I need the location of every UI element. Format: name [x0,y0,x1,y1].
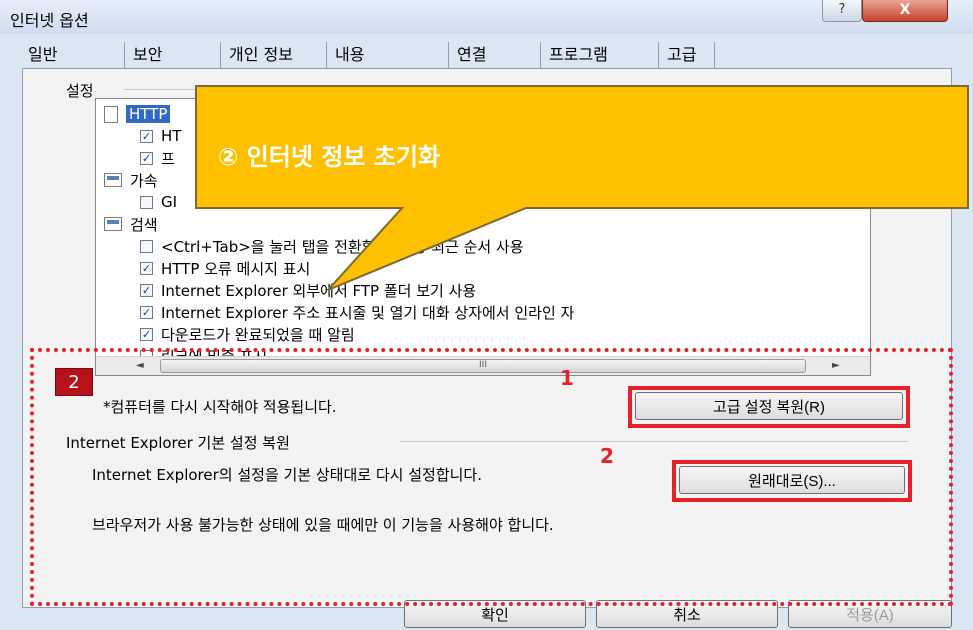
callout-text: ② 인터넷 정보 초기화 [218,143,441,171]
callout-shape [195,85,969,291]
